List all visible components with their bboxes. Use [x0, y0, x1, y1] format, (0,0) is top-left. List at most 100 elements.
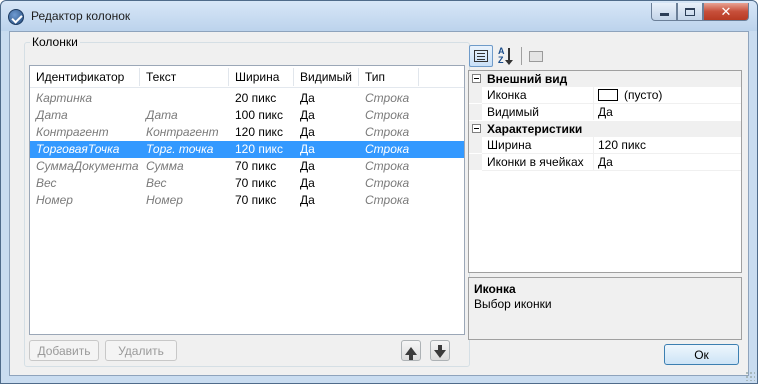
- cell-id: СуммаДокумента: [36, 159, 139, 173]
- cell-id: ТорговаяТочка: [36, 142, 120, 156]
- category-label: Характеристики: [487, 122, 583, 136]
- cell-type: Строка: [365, 108, 410, 122]
- cell-visible: Да: [300, 142, 315, 156]
- categorized-icon: [474, 50, 488, 62]
- column-header-type[interactable]: Тип: [359, 66, 419, 88]
- cell-visible: Да: [300, 193, 315, 207]
- alphabetical-view-button[interactable]: AZ: [494, 45, 518, 67]
- cell-width: 70 пикс: [235, 193, 277, 207]
- table-row[interactable]: Дата Дата 100 пикс Да Строка: [30, 107, 464, 124]
- sort-alpha-icon: AZ: [498, 47, 514, 65]
- column-header-visible[interactable]: Видимый: [294, 66, 359, 88]
- property-value[interactable]: 120 пикс: [598, 137, 646, 153]
- delete-column-button[interactable]: Удалить: [105, 340, 177, 361]
- cell-id: Вес: [36, 176, 57, 190]
- cell-type: Строка: [365, 142, 410, 156]
- cell-visible: Да: [300, 108, 315, 122]
- minimize-button[interactable]: [651, 3, 677, 21]
- table-row[interactable]: Вес Вес 70 пикс Да Строка: [30, 175, 464, 192]
- property-name: Иконка: [487, 87, 594, 103]
- cell-text: Сумма: [146, 159, 184, 173]
- cell-text: Торг. точка: [146, 142, 214, 156]
- property-pages-button[interactable]: [524, 45, 548, 67]
- property-value[interactable]: Да: [598, 104, 613, 120]
- cell-id: Контрагент: [36, 125, 109, 139]
- help-title: Иконка: [474, 282, 516, 296]
- cell-text: [140, 90, 229, 107]
- cell-text: Дата: [146, 108, 178, 122]
- table-row[interactable]: ТорговаяТочка Торг. точка 120 пикс Да Строка: [30, 141, 464, 158]
- help-description: Выбор иконки: [474, 297, 552, 311]
- cell-text: Номер: [146, 193, 183, 207]
- cell-id: Картинка: [36, 91, 93, 105]
- cell-visible: Да: [300, 176, 315, 190]
- ok-button[interactable]: Ок: [664, 344, 739, 365]
- maximize-button[interactable]: [677, 3, 703, 21]
- app-icon: [8, 9, 24, 25]
- cell-visible: Да: [300, 91, 315, 105]
- column-editor-window: Редактор колонок ✕ Колонки Идентификатор…: [0, 0, 758, 384]
- move-up-button[interactable]: [401, 340, 421, 361]
- cell-width: 70 пикс: [235, 159, 277, 173]
- column-header-id[interactable]: Идентификатор: [30, 66, 140, 88]
- table-row[interactable]: СуммаДокумента Сумма 70 пикс Да Строка: [30, 158, 464, 175]
- cell-width: 20 пикс: [235, 91, 277, 105]
- category-appearance[interactable]: Внешний вид: [469, 71, 741, 87]
- cell-type: Строка: [365, 159, 410, 173]
- minimize-icon: [659, 13, 669, 16]
- cell-text: Вес: [146, 176, 167, 190]
- property-help-panel: Иконка Выбор иконки: [468, 277, 742, 340]
- collapse-icon[interactable]: [472, 74, 481, 83]
- property-value[interactable]: (пусто): [598, 87, 662, 103]
- table-row[interactable]: Контрагент Контрагент 120 пикс Да Строка: [30, 124, 464, 141]
- cell-width: 100 пикс: [235, 108, 283, 122]
- arrow-up-icon: [405, 346, 417, 360]
- property-row-width[interactable]: Ширина 120 пикс: [469, 137, 741, 153]
- property-row-visible[interactable]: Видимый Да: [469, 104, 741, 120]
- cell-width: 120 пикс: [235, 125, 283, 139]
- cell-id: Дата: [36, 108, 68, 122]
- cell-text: Контрагент: [146, 125, 219, 139]
- close-icon: ✕: [720, 3, 732, 19]
- property-name: Иконки в ячейках: [487, 154, 594, 170]
- add-column-button[interactable]: Добавить: [29, 340, 99, 361]
- cell-width: 70 пикс: [235, 176, 277, 190]
- cell-id: Номер: [36, 193, 73, 207]
- arrow-down-icon: [434, 344, 446, 358]
- dialog-body: Колонки Идентификатор Текст Ширина Видим…: [9, 31, 749, 376]
- window-title: Редактор колонок: [31, 9, 131, 23]
- resize-grip[interactable]: [745, 371, 755, 381]
- collapse-icon[interactable]: [472, 124, 481, 133]
- category-characteristics[interactable]: Характеристики: [469, 121, 741, 137]
- maximize-icon: [685, 7, 695, 16]
- property-pages-icon: [529, 50, 543, 62]
- property-row-cell-icons[interactable]: Иконки в ячейках Да: [469, 154, 741, 170]
- property-row-icon[interactable]: Иконка (пусто): [469, 87, 741, 103]
- columns-group-label: Колонки: [30, 35, 80, 49]
- columns-group: Колонки Идентификатор Текст Ширина Видим…: [24, 35, 470, 367]
- table-row[interactable]: Картинка 20 пикс Да Строка: [30, 90, 464, 107]
- close-button[interactable]: ✕: [703, 3, 749, 21]
- property-name: Ширина: [487, 137, 594, 153]
- property-value[interactable]: Да: [598, 154, 613, 170]
- column-header-width[interactable]: Ширина: [229, 66, 294, 88]
- cell-visible: Да: [300, 159, 315, 173]
- cell-type: Строка: [365, 193, 410, 207]
- column-header-text[interactable]: Текст: [140, 66, 229, 88]
- cell-width: 120 пикс: [235, 142, 283, 156]
- table-row[interactable]: Номер Номер 70 пикс Да Строка: [30, 192, 464, 209]
- empty-image-swatch: [598, 89, 618, 101]
- column-separator[interactable]: [418, 68, 419, 86]
- columns-list[interactable]: Идентификатор Текст Ширина Видимый Тип К…: [29, 65, 465, 335]
- property-name: Видимый: [487, 104, 594, 120]
- cell-visible: Да: [300, 125, 315, 139]
- cell-type: Строка: [365, 176, 410, 190]
- columns-list-header: Идентификатор Текст Ширина Видимый Тип: [30, 66, 464, 88]
- categorized-view-button[interactable]: [469, 45, 493, 67]
- property-grid[interactable]: Внешний вид Иконка (пусто) Видимый Да Ха…: [468, 70, 742, 273]
- toolbar-separator: [521, 47, 522, 65]
- cell-type: Строка: [365, 125, 410, 139]
- move-down-button[interactable]: [430, 340, 450, 361]
- cell-type: Строка: [365, 91, 410, 105]
- title-bar[interactable]: Редактор колонок ✕: [1, 1, 757, 31]
